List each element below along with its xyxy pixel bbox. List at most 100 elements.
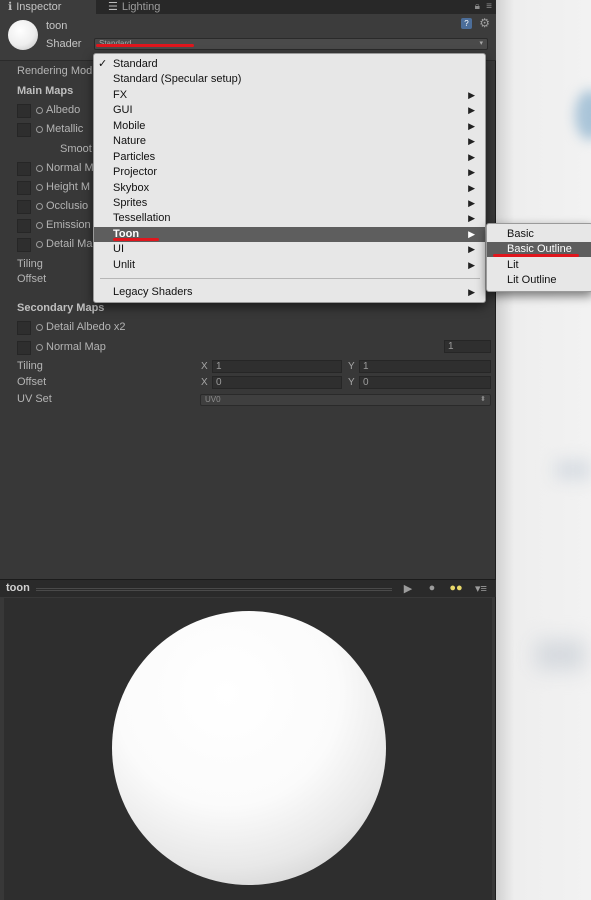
- lock-icon[interactable]: 🔒︎: [475, 1, 480, 12]
- albedo-texture-slot[interactable]: [17, 104, 31, 118]
- detail-albedo-texture-slot[interactable]: [17, 321, 31, 335]
- preview-sphere: [112, 611, 386, 885]
- picker-icon: [36, 324, 43, 331]
- metallic-label: Metallic: [36, 123, 83, 135]
- submenu-arrow-icon: ▶: [468, 198, 475, 208]
- preview-title: toon: [6, 582, 30, 594]
- albedo-label: Albedo: [36, 104, 80, 116]
- menu-item-unlit[interactable]: Unlit ▶: [94, 258, 485, 273]
- tab-lighting[interactable]: ☰ Lighting: [100, 0, 180, 14]
- menu-item-skybox[interactable]: Skybox ▶: [94, 181, 485, 196]
- menu-item-mobile[interactable]: Mobile ▶: [94, 119, 485, 134]
- blurred-shape: [575, 90, 591, 140]
- picker-icon: [36, 344, 43, 351]
- shader-label: Shader: [46, 38, 82, 50]
- normal-scale-field[interactable]: 1: [444, 340, 491, 353]
- resize-grip[interactable]: [36, 588, 392, 591]
- submenu-item-lit[interactable]: Lit: [487, 258, 591, 273]
- offset-y-axis-label: Y: [348, 377, 355, 388]
- menu-divider: [100, 278, 480, 279]
- picker-icon: [36, 222, 43, 229]
- submenu-item-basic[interactable]: Basic: [487, 227, 591, 242]
- rendering-mode-label: Rendering Mod: [17, 65, 93, 77]
- picker-icon: [36, 126, 43, 133]
- lighting-icon: ☰: [108, 1, 118, 13]
- menu-item-nature[interactable]: Nature ▶: [94, 134, 485, 149]
- menu-item-fx[interactable]: FX ▶: [94, 88, 485, 103]
- detail-albedo-label: Detail Albedo x2: [36, 321, 126, 333]
- tab-inspector[interactable]: ℹ Inspector: [0, 0, 96, 14]
- offset-y-field[interactable]: 0: [359, 376, 491, 389]
- menu-item-sprites[interactable]: Sprites ▶: [94, 196, 485, 211]
- normal-texture-slot[interactable]: [17, 162, 31, 176]
- gear-icon[interactable]: ⚙: [479, 16, 490, 30]
- tiling-label: Tiling: [17, 258, 43, 270]
- submenu-arrow-icon: ▶: [468, 287, 475, 297]
- menu-item-gui[interactable]: GUI ▶: [94, 103, 485, 118]
- menu-item-standard-specular[interactable]: Standard (Specular setup): [94, 72, 485, 87]
- occlusion-texture-slot[interactable]: [17, 200, 31, 214]
- emission-label: Emission: [36, 219, 91, 231]
- menu-item-particles[interactable]: Particles ▶: [94, 150, 485, 165]
- preview-menu-icon[interactable]: ▾≡: [470, 582, 492, 596]
- annotation-underline: [96, 44, 194, 47]
- tiling-y-axis-label: Y: [348, 361, 355, 372]
- help-icon[interactable]: ?: [461, 18, 472, 29]
- picker-icon: [36, 241, 43, 248]
- occlusion-label: Occlusio: [36, 200, 88, 212]
- shader-popup-menu: ✓ Standard Standard (Specular setup) FX ▶…: [93, 53, 486, 303]
- play-icon[interactable]: ▶: [398, 582, 418, 596]
- background-desktop: [495, 0, 591, 900]
- dropdown-arrow-icon: ▾: [479, 40, 483, 47]
- secondary-tiling-label: Tiling: [17, 360, 43, 372]
- normal-map-label: Normal M: [36, 162, 94, 174]
- info-icon: ℹ: [8, 1, 13, 13]
- uv-set-value: UV0: [205, 395, 221, 404]
- material-preview[interactable]: [4, 598, 492, 900]
- tab-bar: ℹ Inspector ☰ Lighting 🔒︎ ≡: [0, 0, 496, 14]
- material-thumbnail: [8, 20, 38, 50]
- emission-texture-slot[interactable]: [17, 219, 31, 233]
- tiling-x-field[interactable]: 1: [212, 360, 342, 373]
- menu-item-legacy-shaders[interactable]: Legacy Shaders ▶: [94, 285, 485, 300]
- preview-toolbar: toon ▶ ● ●● ▾≡: [0, 579, 496, 597]
- submenu-arrow-icon: ▶: [468, 260, 475, 270]
- submenu-item-lit-outline[interactable]: Lit Outline: [487, 273, 591, 288]
- tab-label: Inspector: [16, 1, 62, 13]
- submenu-arrow-icon: ▶: [468, 152, 475, 162]
- submenu-arrow-icon: ▶: [468, 213, 475, 223]
- secondary-maps-title: Secondary Maps: [17, 302, 105, 314]
- secondary-normal-label: Normal Map: [36, 341, 106, 353]
- detail-mask-texture-slot[interactable]: [17, 238, 31, 252]
- secondary-normal-texture-slot[interactable]: [17, 341, 31, 355]
- tab-label: Lighting: [121, 1, 161, 13]
- dropdown-arrow-icon: ⬍: [480, 396, 486, 403]
- lights-icon[interactable]: ●●: [446, 582, 466, 596]
- secondary-offset-label: Offset: [17, 376, 47, 388]
- detail-mask-label: Detail Ma: [36, 238, 92, 250]
- check-icon: ✓: [98, 58, 108, 70]
- picker-icon: [36, 203, 43, 210]
- annotation-underline: [493, 254, 579, 257]
- picker-icon: [36, 184, 43, 191]
- menu-item-tessellation[interactable]: Tessellation ▶: [94, 211, 485, 226]
- metallic-texture-slot[interactable]: [17, 123, 31, 137]
- menu-item-standard[interactable]: ✓ Standard: [94, 57, 485, 72]
- submenu-arrow-icon: ▶: [468, 183, 475, 193]
- uv-set-dropdown[interactable]: UV0 ⬍: [200, 394, 491, 406]
- submenu-arrow-icon: ▶: [468, 136, 475, 146]
- sphere-mesh-icon[interactable]: ●: [422, 582, 442, 596]
- picker-icon: [36, 165, 43, 172]
- height-texture-slot[interactable]: [17, 181, 31, 195]
- menu-item-projector[interactable]: Projector ▶: [94, 165, 485, 180]
- height-map-label: Height M: [36, 181, 90, 193]
- uv-set-label: UV Set: [17, 393, 52, 405]
- submenu-arrow-icon: ▶: [468, 229, 475, 239]
- offset-x-field[interactable]: 0: [212, 376, 342, 389]
- picker-icon: [36, 107, 43, 114]
- panel-menu-icon[interactable]: ≡: [486, 1, 492, 12]
- toon-submenu: Basic Basic Outline Lit Lit Outline: [486, 223, 591, 292]
- menu-item-ui[interactable]: UI ▶: [94, 242, 485, 257]
- material-name: toon: [46, 20, 68, 32]
- tiling-y-field[interactable]: 1: [359, 360, 491, 373]
